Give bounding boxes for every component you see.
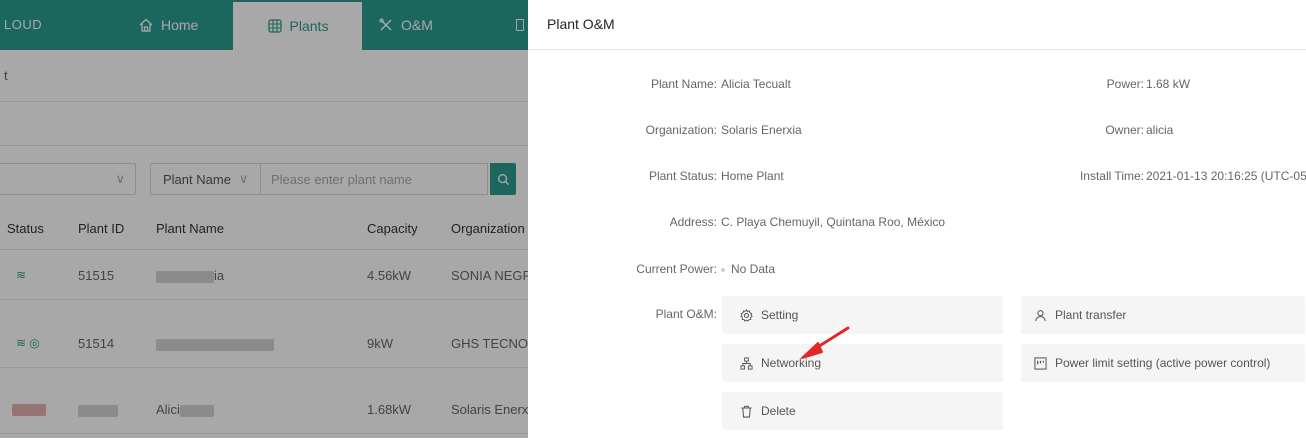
networking-button-label: Networking (761, 356, 822, 370)
power-value: 1.68 kW (1146, 77, 1191, 91)
plant-om-label: Plant O&M: (655, 307, 717, 321)
user-icon (1033, 308, 1047, 322)
plant-om-drawer: Plant O&M Plant Name: Alicia Tecualt Pow… (528, 0, 1306, 438)
address-value: C. Playa Chemuyil, Quintana Roo, México (721, 215, 946, 229)
owner-label: Owner: (1105, 123, 1144, 137)
power-label: Power: (1106, 77, 1144, 91)
plant-name-label: Plant Name: (650, 77, 717, 91)
install-time-label: Install Time: (1079, 169, 1144, 183)
screen: LOUD Home Plants O&M t ∨ Plant Name ∨ Pl… (0, 0, 1306, 438)
address-label: Address: (669, 215, 717, 229)
plant-status-label: Plant Status: (648, 169, 717, 183)
install-time-value: 2021-01-13 20:16:25 (UTC-05) (1146, 169, 1306, 183)
plant-status-value: Home Plant (721, 169, 784, 183)
network-icon (739, 356, 753, 370)
setting-button-label: Setting (761, 308, 799, 322)
delete-button[interactable]: Delete (722, 392, 1003, 430)
plant-transfer-button[interactable]: Plant transfer (1021, 296, 1305, 334)
current-power-label: Current Power: (636, 262, 717, 276)
power-limit-setting-button[interactable]: Power limit setting (active power contro… (1021, 344, 1305, 382)
trash-icon (739, 404, 753, 418)
plant-transfer-button-label: Plant transfer (1055, 308, 1127, 322)
organization-value: Solaris Enerxia (721, 123, 802, 137)
organization-label: Organization: (645, 123, 717, 137)
power-limit-icon (1033, 356, 1047, 370)
drawer-header: Plant O&M (528, 0, 1306, 50)
drawer-title: Plant O&M (547, 16, 615, 32)
networking-button[interactable]: Networking (722, 344, 1003, 382)
delete-button-label: Delete (761, 404, 796, 418)
current-power-value: No Data (721, 262, 775, 276)
gear-icon (739, 308, 753, 322)
plant-name-value: Alicia Tecualt (721, 77, 791, 91)
owner-value: alicia (1146, 123, 1174, 137)
setting-button[interactable]: Setting (722, 296, 1003, 334)
power-limit-setting-button-label: Power limit setting (active power contro… (1055, 356, 1271, 370)
modal-overlay[interactable] (0, 0, 528, 438)
status-dot (721, 267, 725, 272)
